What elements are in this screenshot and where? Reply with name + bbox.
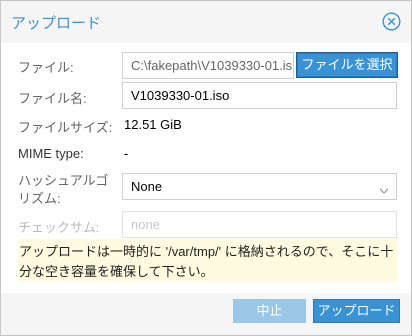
filename-label: ファイル名: [18,91,87,106]
hash-label-line1: ハッシュアルゴ [18,173,109,188]
close-icon[interactable] [382,12,401,31]
filesize-label: ファイルサイズ: [18,120,113,135]
storage-notice: アップロードは一時的に '/var/tmp/' に格納されるので、そこに十 分な… [18,239,398,282]
notice-line2: 分な空き容量を確保して下さい。 [19,264,214,279]
hash-algorithm-label: ハッシュアルゴ リズム: [18,172,108,208]
notice-line1: アップロードは一時的に '/var/tmp/' に格納されるので、そこに十 [19,244,394,259]
mime-label: MIME type: [18,146,84,161]
mime-value: - [124,146,129,161]
hash-label-line2: リズム: [18,191,61,206]
hash-algorithm-value: None [131,179,163,194]
dialog-footer: 中止 アップロード [1,293,411,335]
filesize-value: 12.51 GiB [124,117,182,132]
hash-algorithm-select[interactable]: None [122,173,397,200]
file-label: ファイル: [18,60,74,75]
chevron-down-icon[interactable] [379,183,389,194]
cancel-button[interactable]: 中止 [233,299,306,323]
checksum-input: none [122,211,397,238]
checksum-label: チェックサム: [18,220,100,235]
select-file-button[interactable]: ファイルを選択 [296,52,398,78]
dialog-title: アップロード [11,15,102,32]
upload-dialog: アップロード ファイル: C:\fakepath\V1039330-01.is … [0,0,412,336]
upload-button[interactable]: アップロード [313,299,400,323]
filename-input[interactable]: V1039330-01.iso [122,82,397,109]
file-path-field: C:\fakepath\V1039330-01.is [122,52,294,79]
dialog-titlebar: アップロード [1,1,411,43]
